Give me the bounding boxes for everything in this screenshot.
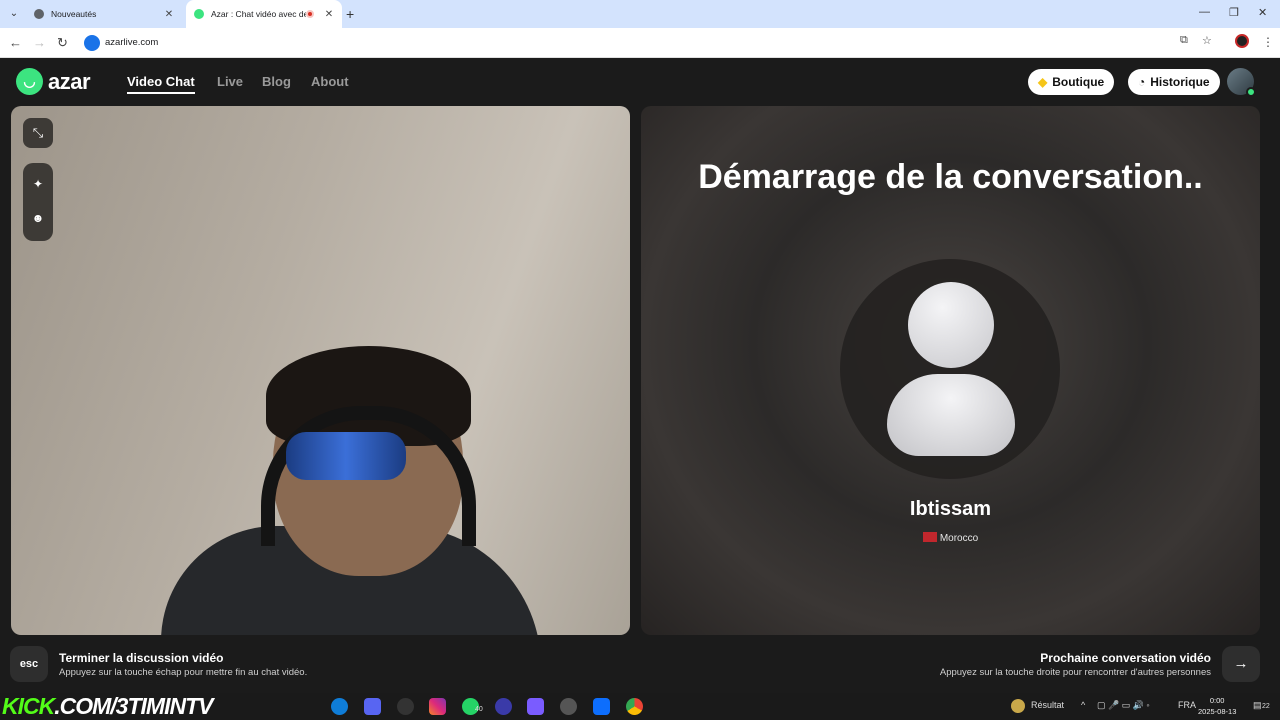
next-chat-title: Prochaine conversation vidéo — [1040, 651, 1211, 665]
discord-icon[interactable] — [364, 698, 381, 715]
whatsapp-badge: 40 — [475, 706, 483, 713]
peer-avatar-placeholder — [840, 259, 1060, 479]
site-info-icon[interactable] — [84, 35, 100, 51]
app-icon[interactable] — [397, 698, 414, 715]
local-video-panel: ⤡ ✦ ☻ — [11, 106, 630, 635]
tab-search-chevron-icon[interactable]: ⌄ — [6, 6, 22, 22]
tab-title: Nouveautés — [51, 9, 97, 19]
browser-menu-icon[interactable]: ⋮ — [1262, 35, 1274, 49]
overlay-brand: KICK — [2, 693, 55, 719]
online-status-dot — [1246, 87, 1256, 97]
chat-controls-bar: esc Terminer la discussion vidéo Appuyez… — [0, 635, 1280, 693]
chrome-icon[interactable] — [626, 698, 643, 715]
face-icon[interactable]: ☻ — [30, 210, 46, 226]
url-text: azarlive.com — [105, 37, 159, 48]
reload-icon[interactable]: ↻ — [57, 35, 68, 51]
sparkle-icon[interactable]: ✦ — [30, 176, 46, 192]
back-icon[interactable]: ← — [9, 35, 22, 51]
weather-icon — [1011, 699, 1025, 713]
app-circle-icon[interactable] — [495, 698, 512, 715]
notification-icon[interactable]: ▤ — [1253, 700, 1262, 711]
historique-label: Historique — [1150, 75, 1210, 89]
close-tab-icon[interactable]: ✕ — [162, 9, 176, 20]
nav-blog[interactable]: Blog — [262, 74, 291, 89]
next-chat-hint: Appuyez sur la touche droite pour rencon… — [939, 667, 1211, 678]
end-chat-hint: Appuyez sur la touche échap pour mettre … — [59, 667, 308, 678]
end-chat-button[interactable]: esc — [10, 646, 48, 682]
boutique-button[interactable]: ◆ Boutique — [1028, 69, 1115, 95]
stream-overlay-text: KICK.COM/3TIMINTV — [2, 694, 320, 719]
peer-name: Ibtissam — [909, 498, 992, 520]
system-clock[interactable]: 0:00 2025-08-13 — [1198, 695, 1236, 717]
historique-button[interactable]: ◔ Historique — [1128, 69, 1220, 95]
avatar-head-shape — [908, 282, 994, 368]
tray-chevron-icon[interactable]: ^ — [1081, 700, 1085, 710]
end-chat-title: Terminer la discussion vidéo — [59, 651, 224, 665]
clock-icon: ◔ — [1138, 75, 1146, 89]
nav-video-chat[interactable]: Video Chat — [127, 74, 195, 94]
overlay-rest: .COM/3TIMINTV — [54, 693, 213, 719]
site-header: ◡ azar Video Chat Live Blog About ◆ Bout… — [0, 58, 1280, 106]
weather-label[interactable]: Résultat — [1031, 700, 1064, 710]
logo-text: azar — [48, 68, 91, 94]
effects-toolgroup: ✦ ☻ — [23, 163, 53, 241]
peer-country-label: Morocco — [939, 533, 979, 544]
new-tab-button[interactable]: + — [346, 6, 354, 22]
peer-country: Morocco — [641, 532, 1260, 544]
restore-icon[interactable]: ❐ — [1229, 6, 1239, 19]
clock-time: 0:00 — [1209, 696, 1225, 705]
close-window-icon[interactable]: ✕ — [1258, 6, 1267, 19]
install-app-icon[interactable]: ⧉ — [1180, 34, 1188, 47]
remote-video-panel: Démarrage de la conversation.. Ibtissam … — [641, 106, 1260, 635]
azar-favicon-icon — [194, 9, 204, 19]
morocco-flag-icon — [922, 532, 937, 542]
minimize-icon[interactable]: — — [1199, 6, 1210, 18]
tab-azar[interactable]: Azar : Chat vidéo avec de n ✕ — [186, 0, 342, 28]
nav-about[interactable]: About — [311, 74, 349, 89]
recording-indicator-icon — [306, 10, 314, 18]
user-avatar[interactable] — [1227, 68, 1256, 97]
language-indicator[interactable]: FRA — [1178, 700, 1196, 710]
azar-logo[interactable]: ◡ azar — [16, 68, 91, 95]
profile-avatar[interactable] — [1235, 34, 1249, 48]
tray-icons[interactable]: ▢ 🎤 ▭ 🔊 ◦ — [1097, 700, 1150, 711]
forward-icon[interactable]: → — [33, 35, 46, 51]
gamepad-icon[interactable] — [527, 698, 544, 715]
os-taskbar: KICK.COM/3TIMINTV 40 Résultat ^ ▢ 🎤 ▭ 🔊 … — [0, 693, 1280, 720]
clock-date: 2025-08-13 — [1198, 707, 1237, 716]
next-chat-button[interactable]: → — [1222, 646, 1260, 682]
avatar-body-shape — [887, 374, 1015, 456]
boutique-label: Boutique — [1052, 75, 1105, 89]
bookmark-star-icon[interactable]: ☆ — [1202, 34, 1212, 47]
address-toolbar: ← → ↻ azarlive.com ⧉ ☆ ⋮ — [0, 28, 1280, 58]
azar-logo-icon: ◡ — [16, 68, 43, 95]
browser-tab-strip: ⌄ Nouveautés ✕ Azar : Chat vidéo avec de… — [0, 0, 1280, 28]
omnibox[interactable]: azarlive.com — [80, 32, 1220, 54]
close-tab-icon[interactable]: ✕ — [322, 9, 336, 20]
media-player-icon[interactable] — [560, 698, 577, 715]
tab-title: Azar : Chat vidéo avec de n — [211, 9, 306, 19]
connection-status-title: Démarrage de la conversation.. — [698, 158, 1203, 196]
edge-icon[interactable] — [331, 698, 348, 715]
tab-nouveautes[interactable]: Nouveautés ✕ — [26, 0, 182, 28]
sunglasses-graphic — [286, 432, 406, 480]
instagram-icon[interactable] — [429, 698, 446, 715]
tab-favicon-icon — [34, 9, 44, 19]
app-blue-icon[interactable] — [593, 698, 610, 715]
notification-count: 22 — [1262, 703, 1270, 710]
fullscreen-exit-icon[interactable]: ⤡ — [23, 118, 53, 148]
gem-icon: ◆ — [1038, 75, 1048, 89]
nav-live[interactable]: Live — [217, 74, 243, 89]
